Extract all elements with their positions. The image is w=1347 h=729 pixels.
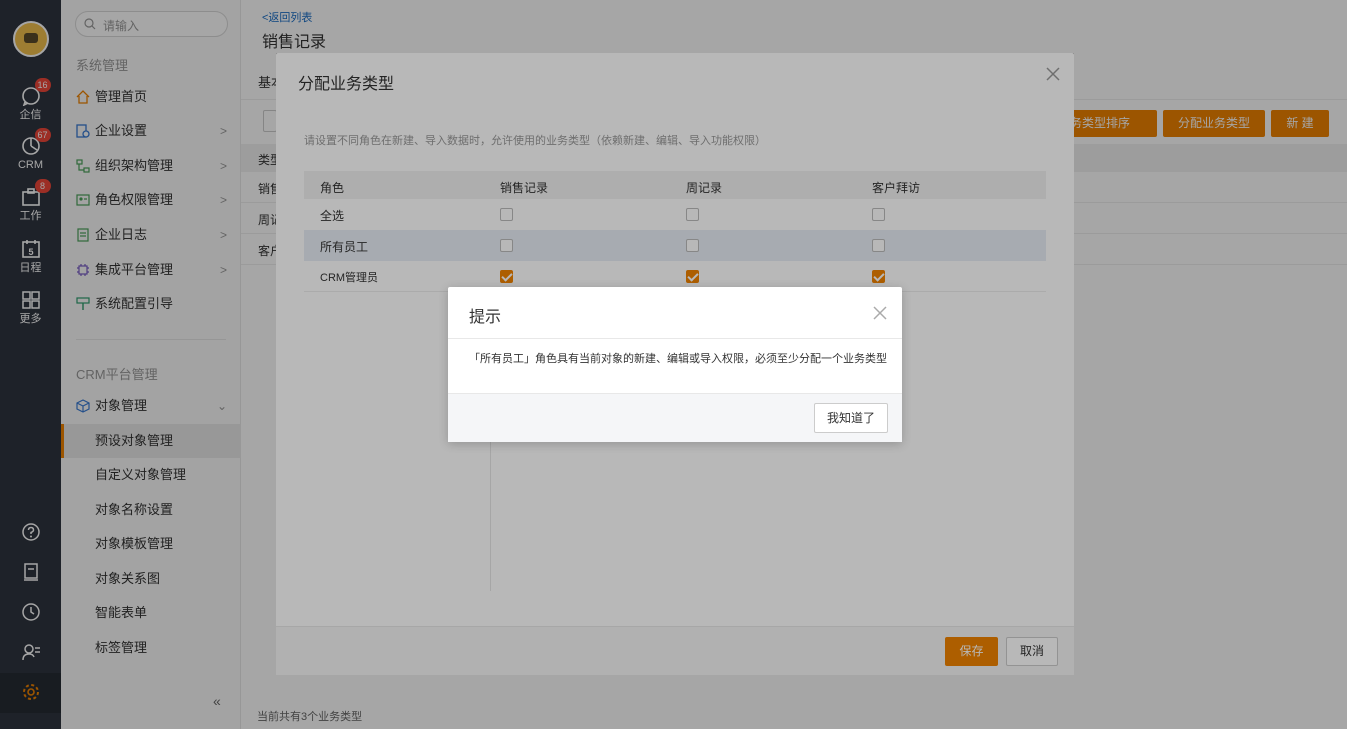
alert-separator — [448, 338, 902, 339]
close-icon[interactable] — [873, 306, 887, 323]
ok-button[interactable]: 我知道了 — [814, 403, 888, 433]
alert-title: 提示 — [469, 309, 502, 326]
alert-message: 「所有员工」角色具有当前对象的新建、编辑或导入权限，必须至少分配一个业务类型 — [469, 353, 887, 365]
alert-dialog: 提示 「所有员工」角色具有当前对象的新建、编辑或导入权限，必须至少分配一个业务类… — [448, 287, 902, 442]
alert-footer: 我知道了 — [448, 393, 902, 442]
